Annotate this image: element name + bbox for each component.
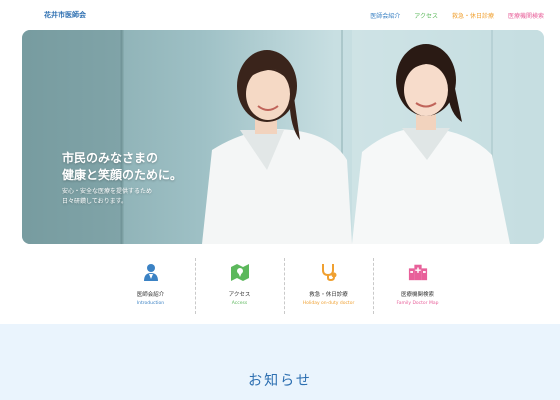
tile-access[interactable]: アクセス Access <box>195 258 284 314</box>
tile-sublabel: Family Doctor Map <box>396 301 439 306</box>
stethoscope-icon <box>319 262 339 282</box>
tile-label: アクセス <box>228 292 251 298</box>
hero-sub-line1: 安心・安全な医療を提供するため <box>62 188 153 195</box>
site-logo[interactable]: 花井市医師会 <box>44 10 86 20</box>
tile-label: 医師会紹介 <box>136 292 165 298</box>
hero-title: 市民のみなさまの 健康と笑顔のために。 <box>62 150 182 184</box>
news-section: お知らせ <box>0 324 560 400</box>
tile-label: 救急・休日診療 <box>309 292 348 298</box>
tile-introduction[interactable]: 医師会紹介 Introduction <box>106 258 195 314</box>
doctor-icon <box>141 262 161 282</box>
hero-title-line2: 健康と笑顔のために。 <box>62 168 183 182</box>
hero-banner: 市民のみなさまの 健康と笑顔のために。 安心・安全な医療を提供するため 日々研鑽… <box>22 30 544 244</box>
nurse-left <box>202 50 352 244</box>
tile-search[interactable]: 医療機関検索 Family Doctor Map <box>373 258 462 314</box>
main-nav: 医師会紹介 アクセス 救急・休日診療 医療機関検索 <box>370 11 544 20</box>
news-title: お知らせ <box>248 373 312 389</box>
quick-links: 医師会紹介 Introduction アクセス Access 救急・休日診療 H… <box>106 258 462 314</box>
tile-sublabel: Introduction <box>136 301 165 306</box>
site-header: 花井市医師会 医師会紹介 アクセス 救急・休日診療 医療機関検索 <box>0 0 560 30</box>
tile-emergency[interactable]: 救急・休日診療 Holiday on-duty doctor <box>284 258 373 314</box>
hero-title-line1: 市民のみなさまの <box>62 151 159 165</box>
map-icon <box>230 262 250 282</box>
hospital-icon <box>408 262 428 282</box>
hero-photo <box>22 30 544 244</box>
tile-sublabel: Holiday on-duty doctor <box>302 301 355 306</box>
hero-subtitle: 安心・安全な医療を提供するため 日々研鑽しております。 <box>62 187 152 207</box>
tile-sublabel: Access <box>231 301 248 306</box>
tile-label: 医療機関検索 <box>400 292 434 298</box>
nav-introduction[interactable]: 医師会紹介 <box>370 11 400 20</box>
nav-emergency[interactable]: 救急・休日診療 <box>452 11 494 20</box>
hero-sub-line2: 日々研鑽しております。 <box>62 198 128 205</box>
nav-access[interactable]: アクセス <box>414 11 438 20</box>
nav-search[interactable]: 医療機関検索 <box>508 11 544 20</box>
